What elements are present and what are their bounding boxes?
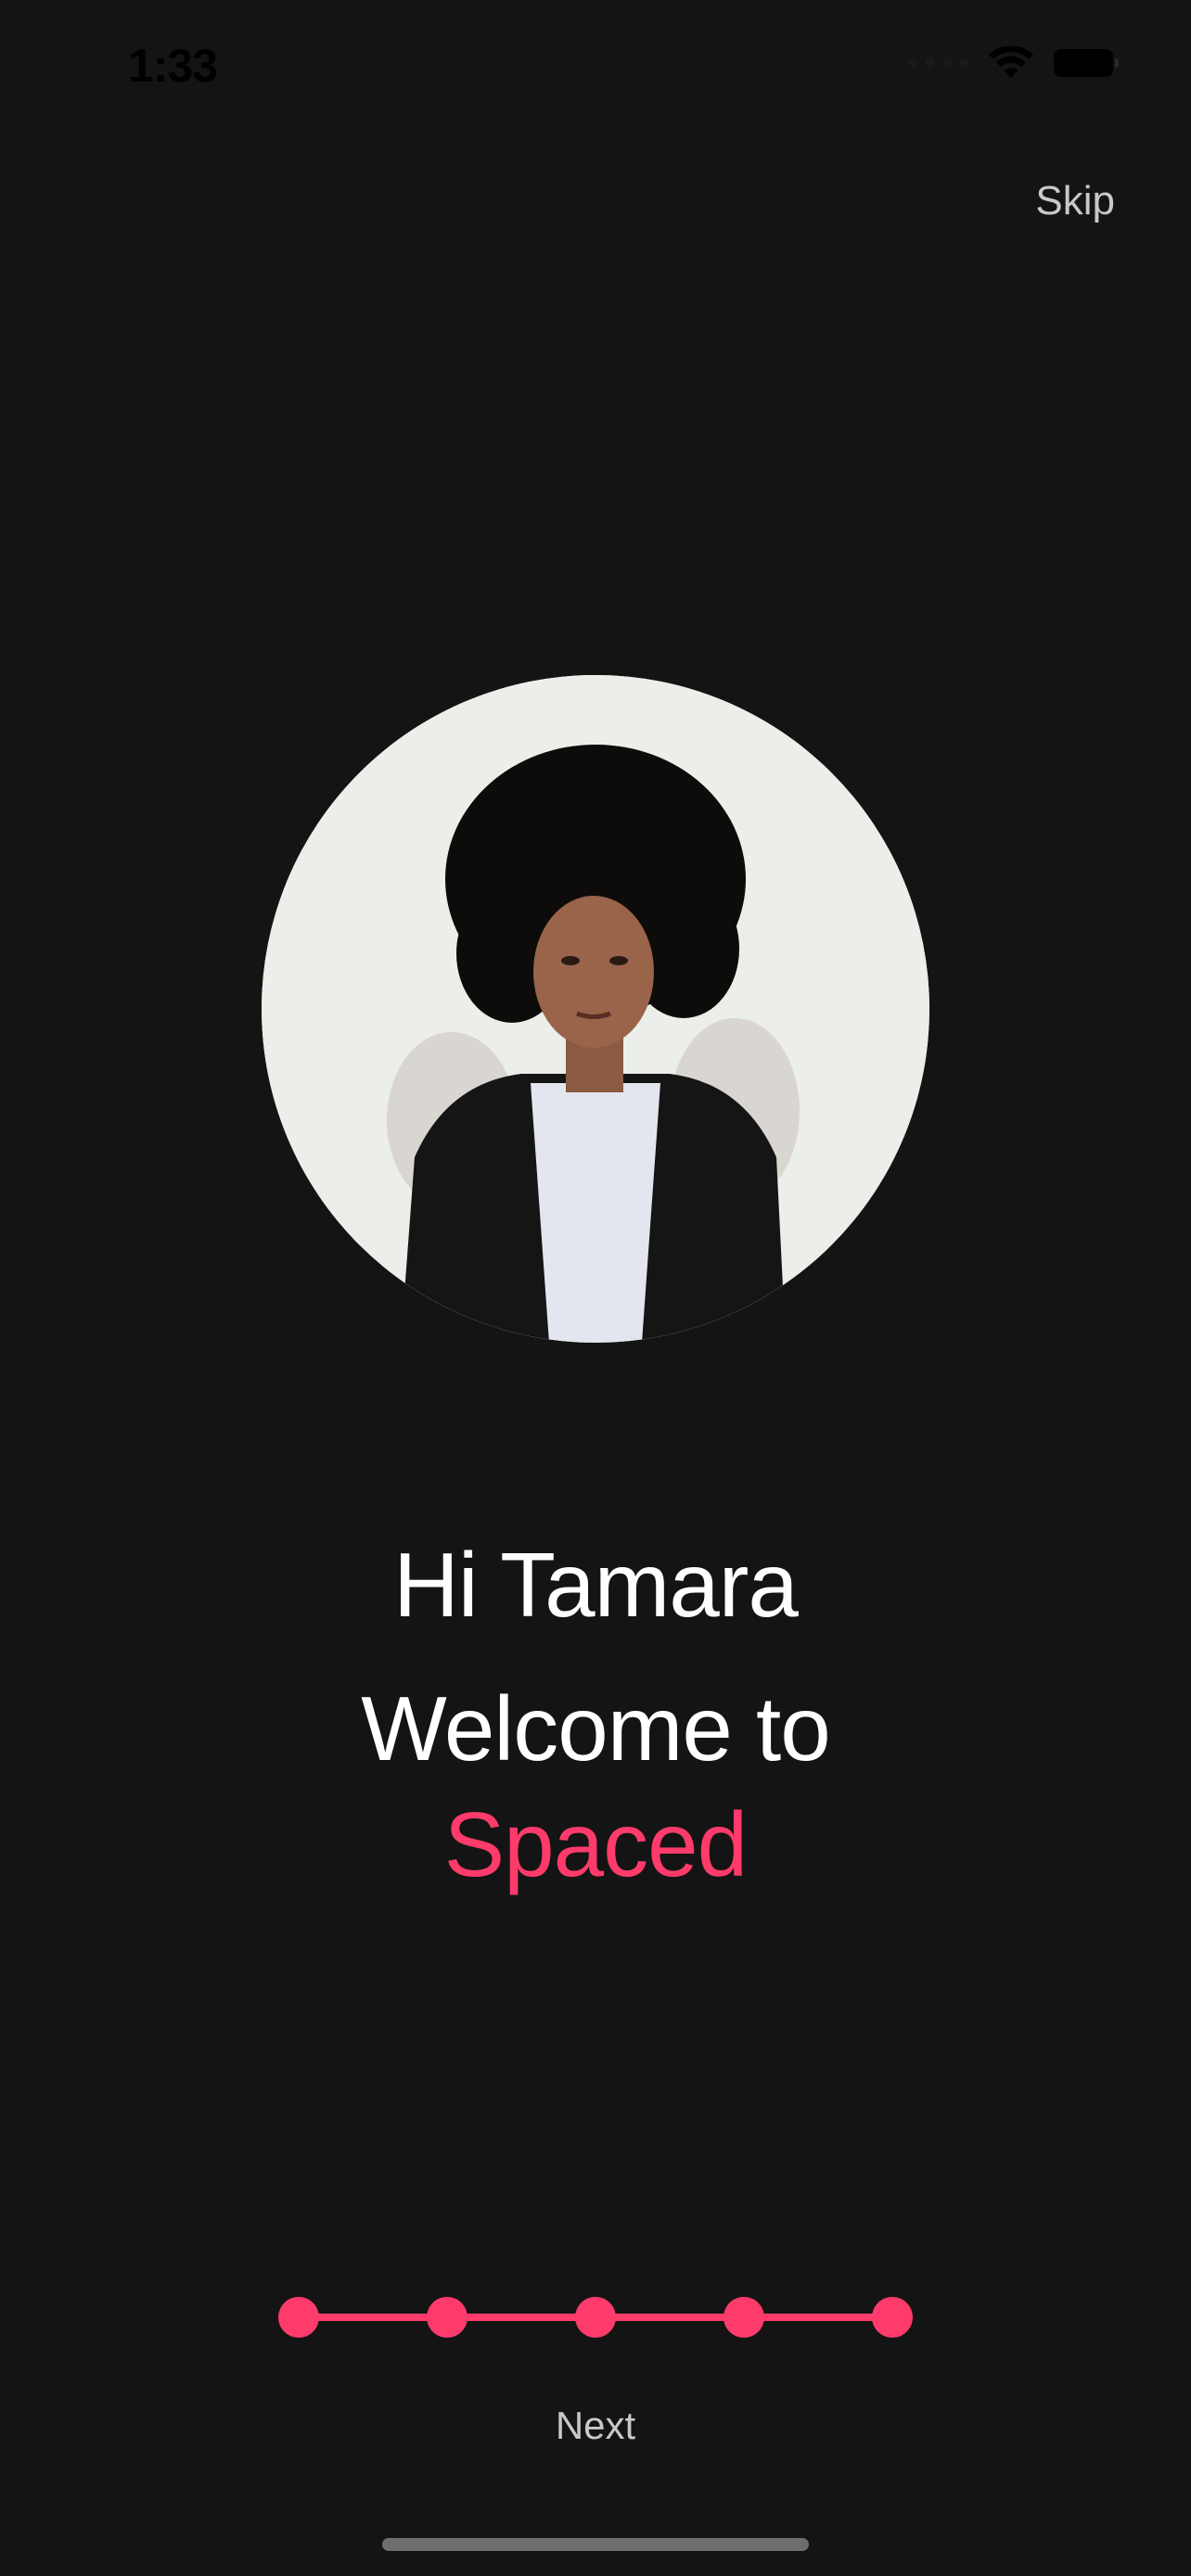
- greeting-welcome: Welcome to: [361, 1677, 831, 1779]
- home-indicator: [382, 2538, 809, 2551]
- status-time: 1:33: [128, 40, 218, 92]
- greeting-name: Hi Tamara: [393, 1534, 799, 1636]
- next-container: Next: [0, 2404, 1191, 2448]
- signal-icon: [909, 58, 968, 68]
- progress-dot: [427, 2297, 467, 2338]
- battery-icon: [1054, 49, 1119, 77]
- progress-dot: [724, 2297, 764, 2338]
- status-icons: [909, 46, 1119, 80]
- app-name: Spaced: [443, 1793, 748, 1895]
- avatar: [262, 675, 929, 1343]
- progress-dot: [575, 2297, 616, 2338]
- onboarding-progress: [278, 2297, 913, 2338]
- progress-dot: [872, 2297, 913, 2338]
- next-button[interactable]: Next: [556, 2404, 635, 2447]
- skip-button[interactable]: Skip: [1035, 178, 1115, 224]
- wifi-icon: [989, 46, 1033, 78]
- progress-dot: [278, 2297, 319, 2338]
- profile-photo: [262, 675, 929, 1343]
